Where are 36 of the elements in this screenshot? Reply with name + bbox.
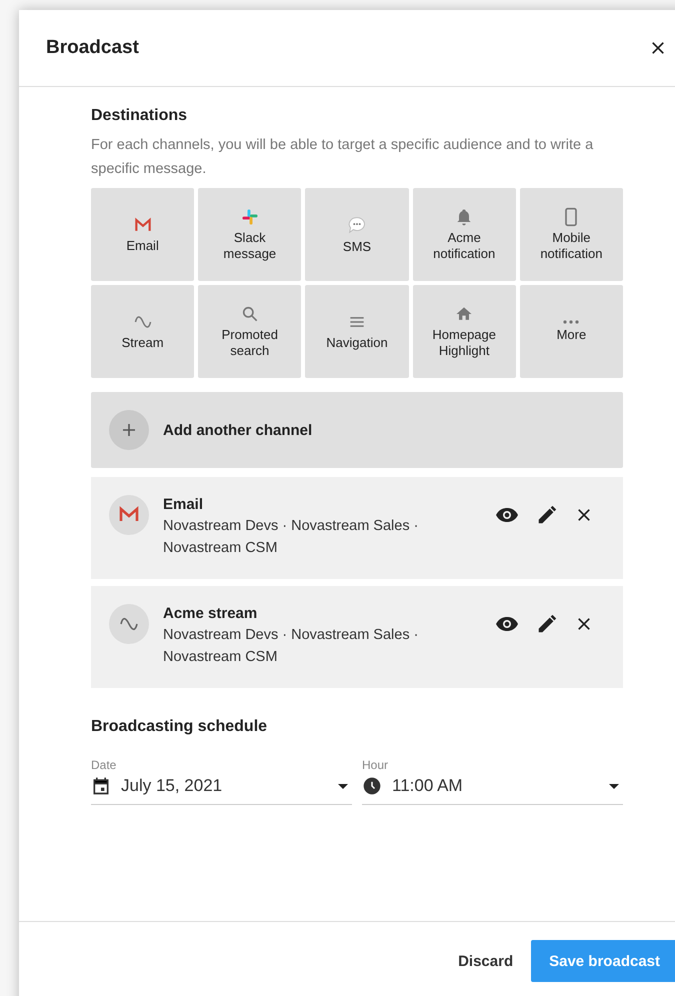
envelope-letter-icon	[109, 495, 149, 535]
channel-tile[interactable]: Slack message	[198, 188, 302, 281]
hour-field[interactable]: 11:00 AM	[362, 772, 623, 805]
channel-audience: Novastream Devs · Novastream Sales · Novastream CSM	[163, 517, 420, 558]
calendar-icon	[91, 776, 111, 796]
clock-icon	[362, 776, 382, 796]
chat-bubble-icon	[346, 214, 368, 236]
plus-icon	[109, 410, 149, 450]
date-field[interactable]: July 15, 2021	[91, 772, 352, 805]
field-label: Date	[91, 758, 118, 772]
channel-tile[interactable]: Promoted search	[198, 285, 302, 378]
channel-tile[interactable]: Acme notification	[412, 188, 516, 281]
caret-icon	[338, 784, 348, 788]
channel-tile[interactable]: Mobile notification	[520, 188, 623, 281]
channel-tile[interactable]: Stream	[91, 285, 194, 378]
add-channel-button[interactable]: Add another channel	[91, 392, 623, 468]
section-description: For each channels, you will be able to target a specific audience and to write a specific message.	[91, 136, 594, 179]
channel-name: Acme stream	[163, 604, 258, 624]
channel-tile[interactable]: SMS	[305, 188, 409, 281]
section-title: Destinations	[91, 107, 188, 125]
channel-tile[interactable]: Navigation	[305, 285, 409, 378]
pencil-icon[interactable]	[536, 613, 558, 635]
channel-tile[interactable]: More	[520, 285, 623, 378]
hash-logo-icon	[240, 207, 260, 227]
discard-button[interactable]: Discard	[458, 940, 514, 982]
channel-tile[interactable]: Homepage Highlight	[412, 285, 516, 378]
channel-tile[interactable]: Email	[91, 188, 194, 281]
pencil-icon[interactable]	[536, 504, 558, 526]
dialog-title: Broadcast	[46, 37, 139, 59]
channel-audience: Novastream Devs · Novastream Sales · Novastream CSM	[163, 626, 420, 667]
more-icon	[563, 320, 580, 324]
section-title: Broadcasting schedule	[91, 718, 268, 736]
caret-icon	[609, 784, 619, 788]
channel-name: Email	[163, 495, 204, 515]
wave-icon	[109, 604, 149, 644]
field-label: Hour	[362, 758, 390, 772]
